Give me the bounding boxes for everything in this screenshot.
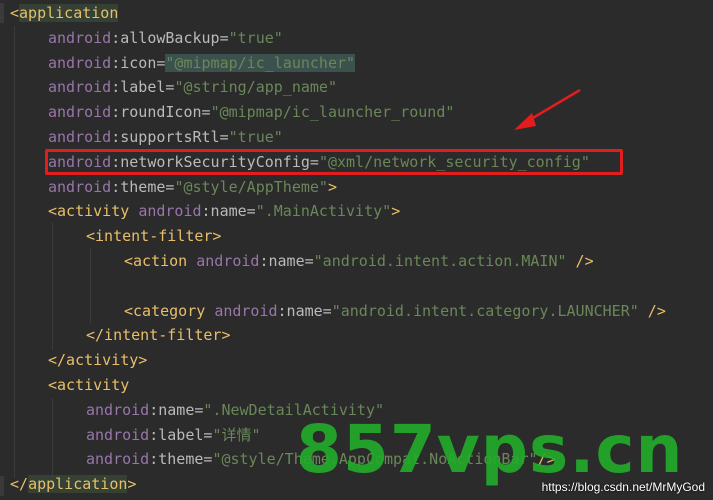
code-token: "详情" [212,425,261,444]
code-token: android [48,78,112,97]
code-line[interactable]: android:theme="@style/AppTheme"> [48,175,337,199]
code-line[interactable]: <activity [48,373,129,397]
code-token: "true" [228,28,283,47]
code-token: :icon= [111,53,166,72]
code-token: application [19,4,119,22]
code-line[interactable]: <intent-filter> [86,224,221,248]
code-token: :name= [277,301,332,320]
indent-guide [14,26,15,478]
code-token: "@string/app_name" [174,78,337,97]
code-line[interactable]: <activity android:name=".MainActivity"> [48,199,400,223]
code-token: :theme= [111,177,175,196]
code-line[interactable]: </activity> [48,348,147,372]
code-token: android [214,301,278,320]
code-token: </ [10,475,29,494]
code-token: <action [124,252,197,270]
code-token: android [48,53,112,72]
code-token: android [138,202,202,221]
code-token: > [327,177,337,196]
code-token: "@mipmap/ic_launcher_round" [210,103,455,122]
code-token: android [48,128,112,146]
code-token: android [48,28,112,47]
code-token: :name= [149,400,204,419]
code-line[interactable]: android:allowBackup="true" [48,26,283,50]
code-token: > [127,475,137,494]
code-token: <activity [48,202,139,221]
code-token: :label= [149,425,213,444]
annotation-arrow-icon [514,88,581,130]
code-token: :name= [259,252,314,270]
code-token: "@style/AppTheme" [174,177,328,196]
code-token: :label= [111,78,175,97]
code-token: android [86,450,150,469]
code-line[interactable]: <action android:name="android.intent.act… [124,249,594,273]
watermark-logo: 857vps.cn [296,411,684,488]
highlight-box [45,149,623,175]
code-token: < [10,4,20,22]
code-line[interactable]: </application> [10,472,136,496]
code-line[interactable]: <application [10,1,119,25]
code-token: :theme= [149,450,213,469]
code-line[interactable]: <category android:name="android.intent.c… [124,299,666,323]
code-token: android [48,103,112,122]
code-token: "true" [228,128,283,146]
code-token: </activity> [48,351,148,370]
code-token: "android.intent.category.LAUNCHER" [331,301,639,320]
code-token: android [86,425,150,444]
code-token: ".MainActivity" [255,202,392,221]
code-line[interactable]: android:roundIcon="@mipmap/ic_launcher_r… [48,100,454,124]
indent-guide [90,248,91,324]
code-line[interactable]: android:icon="@mipmap/ic_launcher" [48,51,356,75]
code-token: </intent-filter> [86,326,231,345]
code-token: android [86,400,150,419]
code-line[interactable]: </intent-filter> [86,323,231,347]
code-token: /> [566,252,594,270]
code-line[interactable]: android:supportsRtl="true" [48,125,283,149]
fold-marker[interactable] [0,476,4,496]
code-token: <category [124,301,215,320]
code-token: "@mipmap/ic_launcher" [165,53,356,72]
indent-guide [52,222,53,350]
code-line[interactable]: android:label="详情" [86,423,261,447]
code-token: <activity [48,376,130,394]
code-token: android [196,252,260,270]
code-token: :name= [201,202,256,221]
code-token: <intent-filter> [86,227,222,246]
code-token: :allowBackup= [111,28,229,47]
code-token: :roundIcon= [111,103,211,122]
watermark-url: https://blog.csdn.net/MrMyGod [541,480,705,494]
code-token: :supportsRtl= [111,128,229,146]
code-line[interactable]: android:label="@string/app_name" [48,75,337,99]
code-token: "android.intent.action.MAIN" [313,252,567,270]
code-token: /> [638,301,666,320]
indent-guide [52,398,53,476]
code-token: application [28,475,128,494]
fold-marker[interactable] [0,3,4,23]
code-token: > [391,202,401,221]
code-token: android [48,177,112,196]
